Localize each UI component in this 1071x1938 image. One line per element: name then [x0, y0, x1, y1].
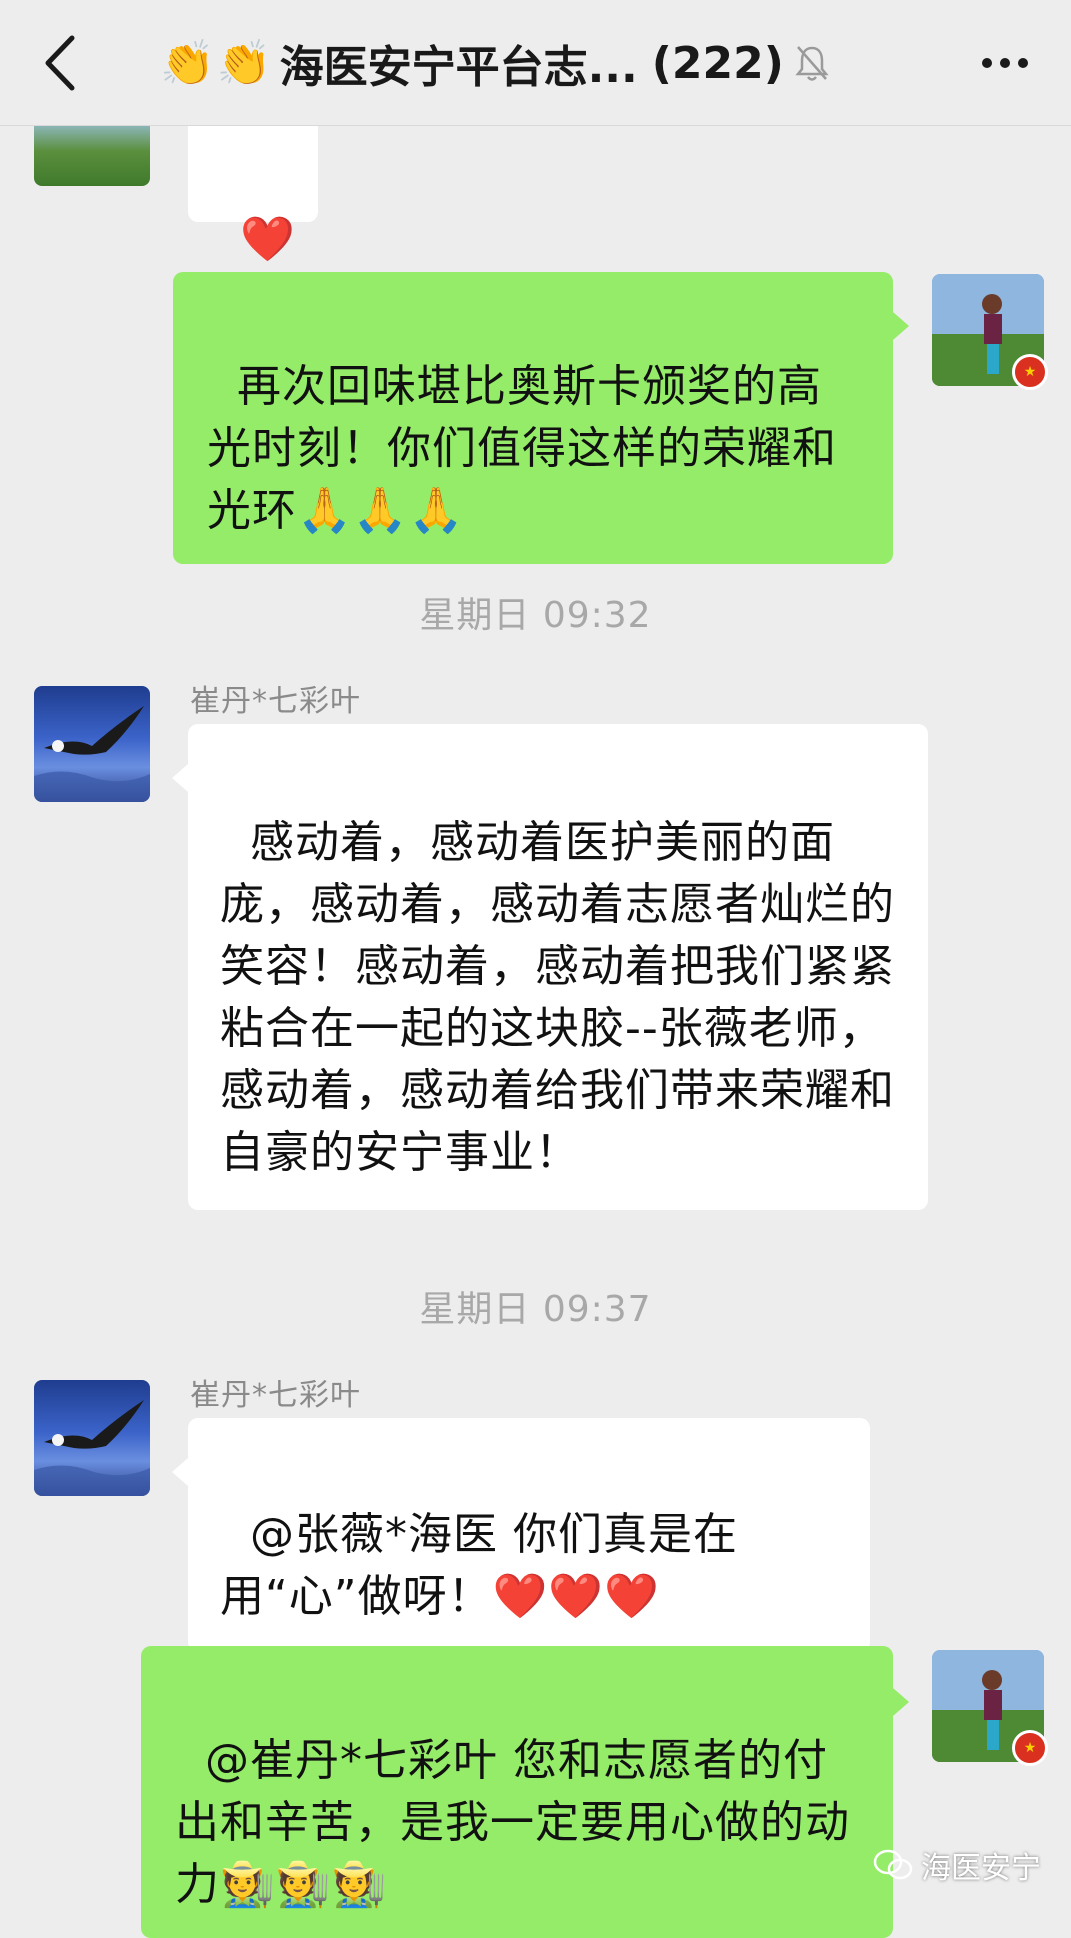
clap-icon: 👏 — [160, 38, 215, 89]
bell-muted-icon — [795, 46, 829, 81]
avatar[interactable] — [34, 1380, 150, 1496]
bubble-tail — [893, 312, 909, 340]
chat-title[interactable]: 👏 👏 海医安宁平台志... (222) — [160, 28, 920, 98]
message-bubble[interactable]: 感动着，感动着医护美丽的面庞，感动着，感动着志愿者灿烂的笑容！感动着，感动着把我… — [188, 724, 928, 1210]
group-name: 海医安宁平台志... — [279, 42, 638, 93]
bubble-tail — [893, 1688, 909, 1716]
message-text: @崔丹*七彩叶 您和志愿者的付出和辛苦，是我一定要用心做的动力🧑‍🌾🧑‍🌾🧑‍🌾 — [175, 1735, 850, 1910]
wechat-icon — [873, 1849, 913, 1880]
clap-icon: 👏 — [216, 38, 272, 89]
watermark: 海医安宁 — [873, 1843, 1041, 1887]
eagle-photo — [34, 1400, 150, 1496]
avatar-self[interactable]: ★ — [932, 1650, 1048, 1766]
bubble-tail — [172, 1458, 188, 1486]
message-bubble-self[interactable]: @崔丹*七彩叶 您和志愿者的付出和辛苦，是我一定要用心做的动力🧑‍🌾🧑‍🌾🧑‍🌾 — [141, 1646, 893, 1938]
watermark-text: 海医安宁 — [921, 1851, 1041, 1886]
more-horizontal-icon[interactable] — [975, 38, 1035, 88]
timestamp: 星期日 09:32 — [419, 595, 652, 636]
eagle-photo — [34, 706, 150, 802]
timestamp: 星期日 09:37 — [419, 1289, 652, 1330]
avatar-self[interactable]: ★ — [932, 274, 1048, 390]
heart-emoji: ❤️ — [240, 214, 296, 265]
sender-name: 崔丹*七彩叶 — [190, 1378, 361, 1413]
message-text: 再次回味堪比奥斯卡颁奖的高光时刻！你们值得这样的荣耀和光环🙏🙏🙏 — [207, 361, 837, 536]
chevron-left-icon[interactable] — [34, 28, 94, 98]
avatar[interactable] — [34, 686, 150, 802]
message-bubble-self[interactable]: 再次回味堪比奥斯卡颁奖的高光时刻！你们值得这样的荣耀和光环🙏🙏🙏 — [173, 272, 893, 564]
flag-badge: ★ — [1012, 1730, 1048, 1766]
flag-badge: ★ — [1012, 354, 1048, 390]
chat-header: 👏 👏 海医安宁平台志... (222) — [0, 0, 1071, 126]
message-text: 感动着，感动着医护美丽的面庞，感动着，感动着志愿者灿烂的笑容！感动着，感动着把我… — [220, 817, 895, 1178]
bubble-tail — [172, 764, 188, 792]
sender-name: 崔丹*七彩叶 — [190, 684, 361, 719]
member-count: (222) — [651, 37, 784, 89]
message-bubble[interactable]: @张薇*海医 你们真是在用“心”做呀！❤️❤️❤️ — [188, 1418, 870, 1652]
message-text: @张薇*海医 你们真是在用“心”做呀！❤️❤️❤️ — [220, 1509, 738, 1622]
message-bubble[interactable]: ❤️ — [188, 126, 318, 265]
